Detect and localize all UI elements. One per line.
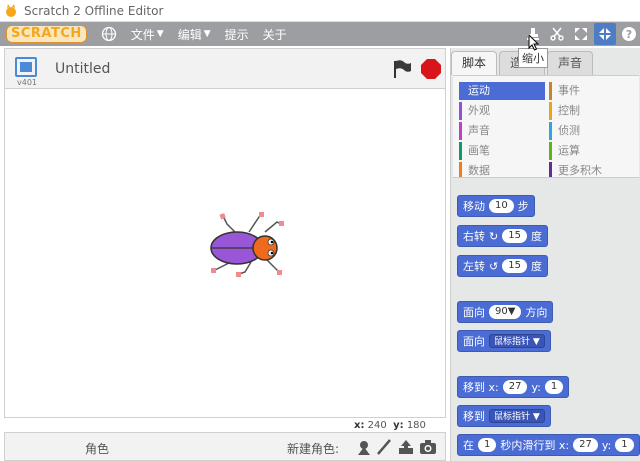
grow-arrows-icon[interactable] [570,23,592,45]
version-label: v401 [17,78,38,87]
degrees-input[interactable]: 15 [502,229,527,243]
svg-text:?: ? [626,28,632,41]
paint-brush-icon[interactable] [375,438,393,456]
category-control[interactable]: 控制 [549,102,635,120]
x-input[interactable]: 27 [502,380,528,394]
category-pen[interactable]: 画笔 [459,142,545,160]
block-point-towards[interactable]: 面向 鼠标指针 ▼ [457,330,551,352]
caret-down-icon: ▼ [203,29,211,39]
category-sensing[interactable]: 侦测 [549,122,635,140]
menu-file[interactable]: 文件 ▼ [131,26,164,43]
x-input[interactable]: 27 [573,438,598,452]
rotate-clockwise-icon: ↻ [489,229,499,243]
seconds-input[interactable]: 1 [478,438,497,452]
sprites-label: 角色 [85,442,110,456]
y-input[interactable]: 1 [544,380,564,394]
help-icon[interactable]: ? [618,23,640,45]
category-sound[interactable]: 声音 [459,122,545,140]
stage-header: v401 Untitled [4,48,446,88]
category-operators[interactable]: 运算 [549,142,635,160]
camera-icon[interactable] [419,438,437,456]
block-palette: 移动 10 步 右转 ↻ 15 度 左转 ↺ 15 度 面向 90▼ 方向 面向… [453,177,640,461]
sprite-pane-header: 角色 新建角色: [4,432,446,461]
cut-scissors-icon[interactable] [546,23,568,45]
stop-sign-icon[interactable] [421,59,441,79]
tab-scripts[interactable]: 脚本 [451,51,498,75]
upload-sprite-icon[interactable] [397,438,415,456]
target-dropdown[interactable]: 鼠标指针 ▼ [489,409,545,423]
mouse-coordinates: x: 240 y: 180 [354,420,426,431]
stage-size-mode-icon[interactable] [15,57,37,77]
block-glide[interactable]: 在 1 秒内滑行到 x: 27 y: 1 [457,434,640,456]
y-input[interactable]: 1 [615,438,634,452]
target-dropdown[interactable]: 鼠标指针 ▼ [489,334,545,348]
block-turn-right[interactable]: 右转 ↻ 15 度 [457,225,548,247]
globe-icon[interactable] [101,26,117,42]
category-events[interactable]: 事件 [549,82,635,100]
menu-edit[interactable]: 编辑 ▼ [178,26,211,43]
caret-down-icon: ▼ [156,29,164,39]
scratch-cat-icon [6,3,16,17]
mouse-cursor-icon [528,34,540,51]
scripts-panel: 脚本 造型 声音 运动 事件 外观 控制 声音 侦测 画笔 运算 数据 更多积木… [450,48,640,461]
choose-sprite-library-icon[interactable] [355,438,373,456]
block-turn-left[interactable]: 左转 ↺ 15 度 [457,255,548,277]
title-bar: Scratch 2 Offline Editor [0,0,640,22]
new-sprite-label: 新建角色: [287,442,340,456]
steps-input[interactable]: 10 [489,199,514,213]
category-motion[interactable]: 运动 [459,82,545,100]
direction-dropdown[interactable]: 90▼ [489,305,522,319]
category-looks[interactable]: 外观 [459,102,545,120]
menu-bar: SCRATCH 文件 ▼ 编辑 ▼ 提示 关于 ? [0,22,640,46]
menu-about[interactable]: 关于 [263,26,287,43]
green-flag-icon[interactable] [391,59,413,79]
tab-sounds[interactable]: 声音 [547,51,594,75]
degrees-input[interactable]: 15 [502,259,527,273]
shrink-arrows-icon[interactable] [594,23,616,45]
window-title: Scratch 2 Offline Editor [24,3,164,18]
menu-tips[interactable]: 提示 [225,26,249,43]
block-go-to-xy[interactable]: 移到 x: 27 y: 1 [457,376,570,398]
scratch-logo[interactable]: SCRATCH [6,25,87,43]
block-move-steps[interactable]: 移动 10 步 [457,195,535,217]
block-go-to[interactable]: 移到 鼠标指针 ▼ [457,405,551,427]
beetle-sprite[interactable] [205,212,285,278]
block-point-in-direction[interactable]: 面向 90▼ 方向 [457,301,554,323]
project-title-field[interactable]: Untitled [55,61,110,77]
block-categories: 运动 事件 外观 控制 声音 侦测 画笔 运算 数据 更多积木 [453,75,639,180]
rotate-counterclockwise-icon: ↺ [489,259,499,273]
